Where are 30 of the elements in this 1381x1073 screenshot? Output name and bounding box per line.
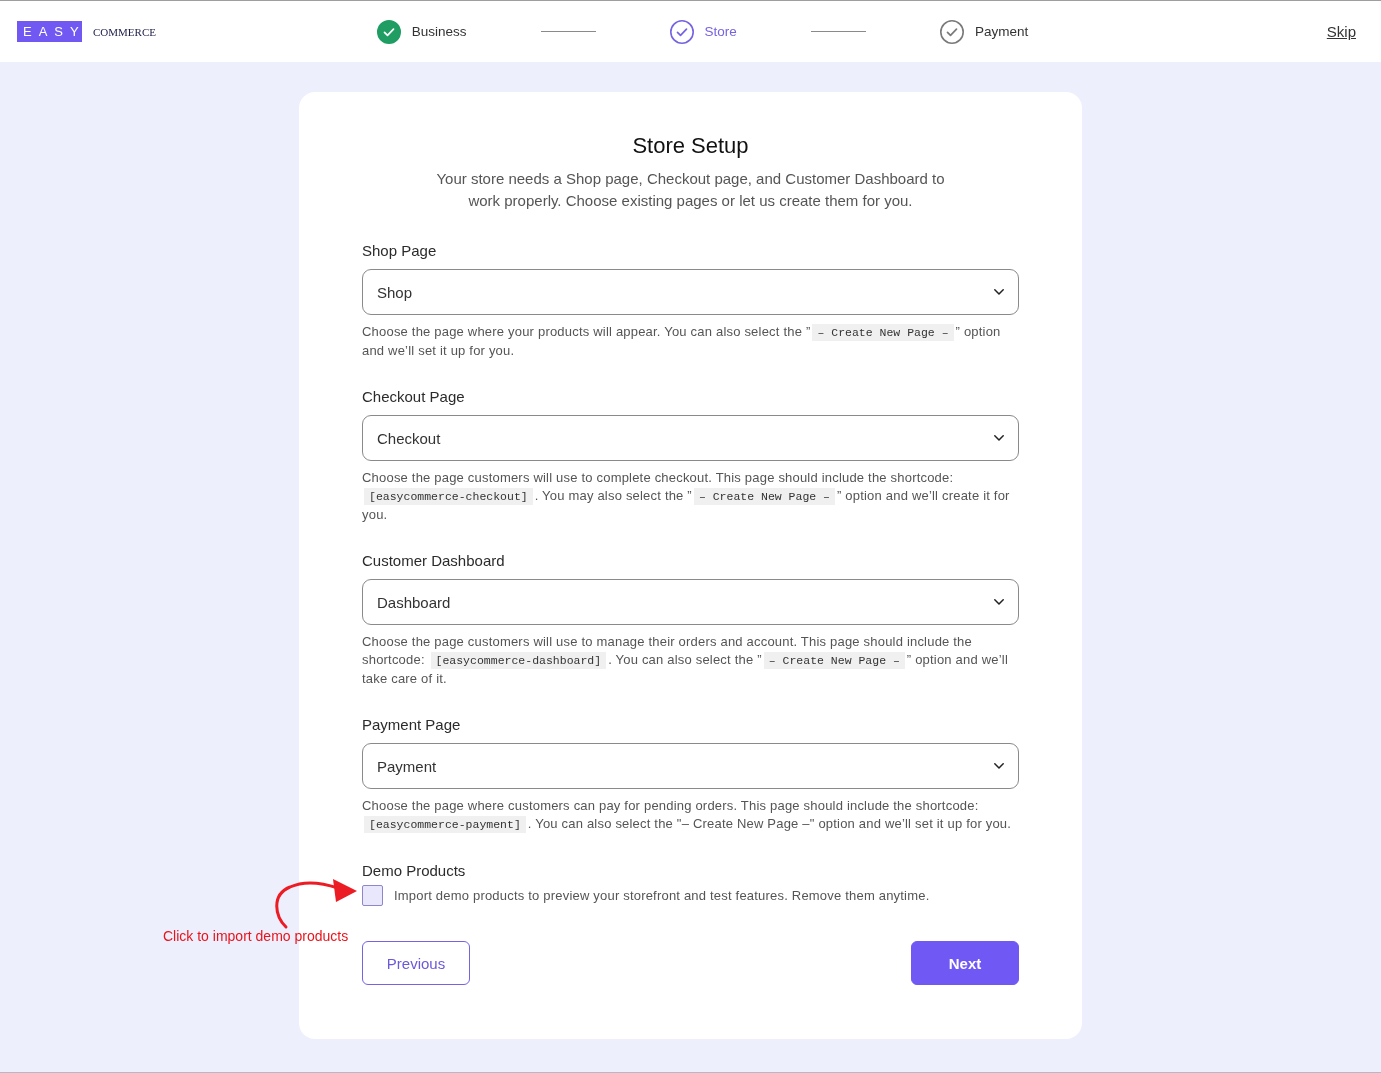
help-text: Choose the page customers will use to complete checkout. This page should include the shortcode: [easycommerce-checkout] . You may also select the ” – Create New Page – ” option and we’ll create it for you. <box>362 469 1011 524</box>
step-label: Payment <box>974 24 1029 39</box>
card-subtitle: Your store needs a Shop page, Checkout page, and Customer Dashboard to work properly. Choose existing pages or let us create them for you. <box>435 169 946 211</box>
field-label: Shop Page <box>362 241 438 261</box>
field-label: Demo Products <box>362 861 467 881</box>
step-label: Business <box>411 24 467 39</box>
logo-wordmark: COMMERCE <box>93 25 156 38</box>
step-label: Store <box>704 24 737 39</box>
field-label: Payment Page <box>362 715 462 735</box>
next-button[interactable]: Next <box>911 941 1019 985</box>
chevron-down-icon <box>994 435 1004 441</box>
page-select[interactable]: Checkout <box>362 415 1019 461</box>
checkbox-label: Import demo products to preview your storefront and test features. Remove them anytime. <box>394 888 930 903</box>
skip-link[interactable]: Skip <box>1326 22 1356 40</box>
logo-mark: EASY <box>17 21 82 42</box>
chevron-down-icon <box>994 599 1004 605</box>
card-title: Store Setup <box>631 132 750 160</box>
chevron-down-icon <box>994 763 1004 769</box>
page-select[interactable]: Shop <box>362 269 1019 315</box>
annotation-text: Click to import demo products <box>163 928 349 945</box>
field-label: Checkout Page <box>362 387 466 407</box>
help-text: Choose the page customers will use to manage their orders and account. This page should include the shortcode: [easycommerce-dashboard] . You can also select the ” – Create New Page – ” option and we’ll take care of it. <box>362 633 1009 688</box>
demo-checkbox[interactable] <box>362 885 383 906</box>
page-select[interactable]: Dashboard <box>362 579 1019 625</box>
previous-button[interactable]: Previous <box>362 941 470 985</box>
help-text: Choose the page where your products will appear. You can also select the ” – Create New Page – ” option and we’ll set it up for you. <box>362 323 1002 360</box>
page-select[interactable]: Payment <box>362 743 1019 789</box>
field-label: Customer Dashboard <box>362 551 506 571</box>
help-text: Choose the page where customers can pay for pending orders. This page should include the shortcode: [easycommerce-payment] . You can also select the "– Create New Page –" option and we’ll set it up for you. <box>362 797 1013 834</box>
chevron-down-icon <box>994 289 1004 295</box>
